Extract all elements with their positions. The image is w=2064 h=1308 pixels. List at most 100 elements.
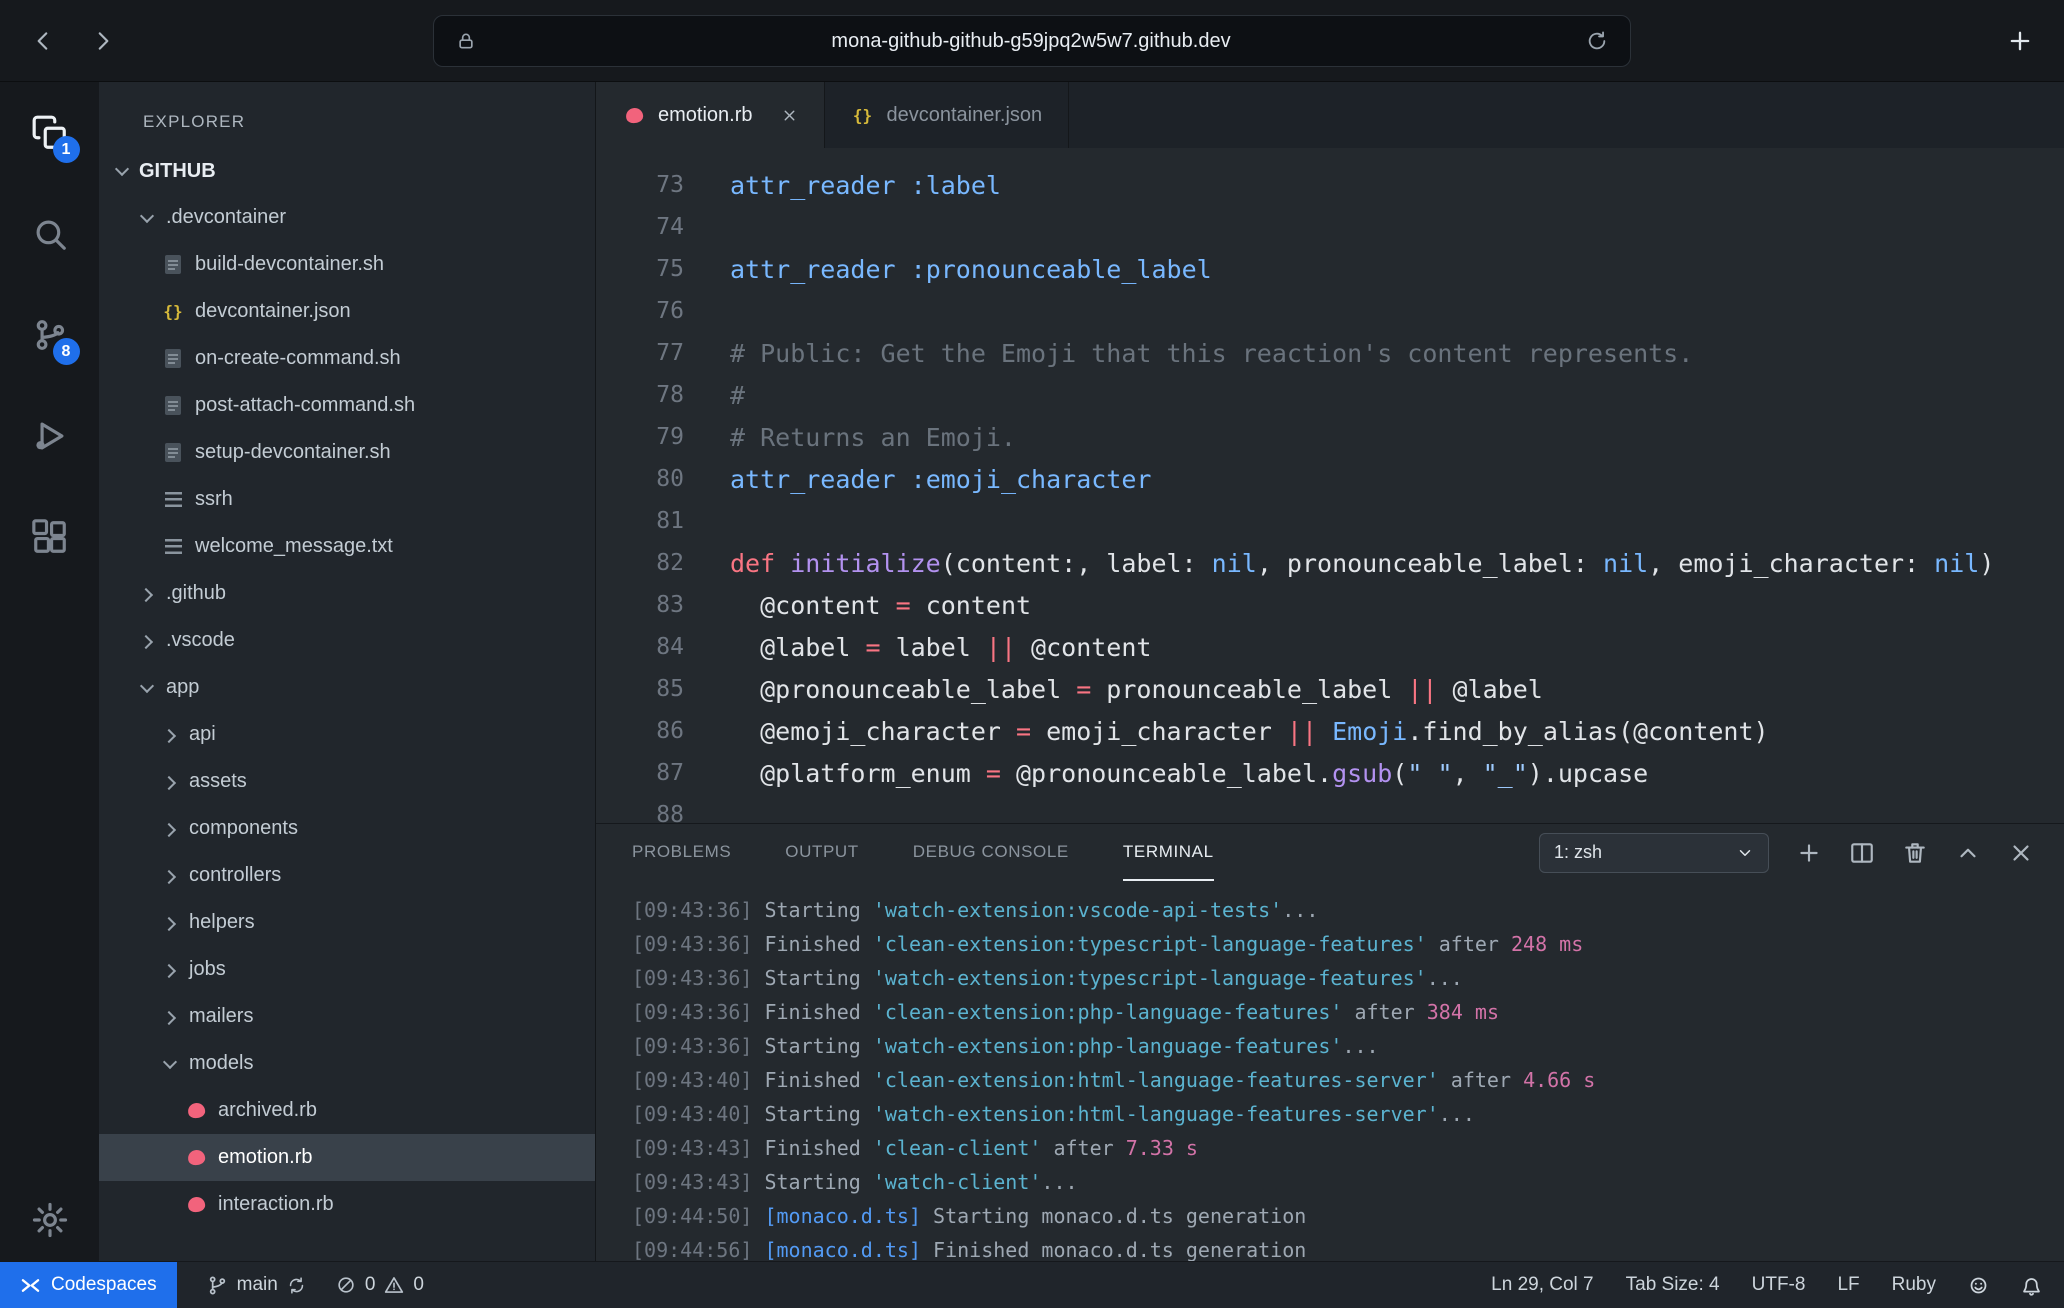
editor-code[interactable]: 73attr_reader :label7475attr_reader :pro… xyxy=(596,148,2064,823)
tree-folder-.github[interactable]: .github xyxy=(99,570,595,617)
address-bar[interactable]: mona-github-github-g59jpq2w5w7.github.de… xyxy=(433,15,1631,67)
tree-file-setup-devcontainer.sh[interactable]: setup-devcontainer.sh xyxy=(99,429,595,476)
ruby-file-icon xyxy=(184,1099,208,1123)
terminal-token: Finished xyxy=(764,1136,872,1160)
settings-gear-button[interactable] xyxy=(27,1197,73,1243)
tree-folder-app[interactable]: app xyxy=(99,664,595,711)
json-file-icon xyxy=(161,300,185,324)
notifications-bell-icon[interactable] xyxy=(2021,1275,2042,1296)
terminal-token: 248 ms xyxy=(1511,932,1583,956)
code-token: gsub xyxy=(1332,759,1392,788)
tab-debug-console[interactable]: DEBUG CONSOLE xyxy=(913,824,1069,881)
browser-back-button[interactable] xyxy=(30,28,56,54)
terminal-token: after xyxy=(1427,932,1511,956)
terminal-output[interactable]: [09:43:36] Starting 'watch-extension:vsc… xyxy=(596,881,2064,1261)
sidebar-title: EXPLORER xyxy=(99,82,595,148)
encoding[interactable]: UTF-8 xyxy=(1752,1274,1806,1296)
code-token: attr_reader xyxy=(730,465,896,494)
new-terminal-button[interactable] xyxy=(1796,840,1822,866)
tree-folder-models[interactable]: models xyxy=(99,1040,595,1087)
split-terminal-button[interactable] xyxy=(1849,840,1875,866)
feedback-smiley-icon[interactable] xyxy=(1968,1275,1989,1296)
chevron-right-icon xyxy=(161,961,179,979)
tab-emotion-rb[interactable]: emotion.rb xyxy=(596,82,825,148)
tree-file-on-create-command.sh[interactable]: on-create-command.sh xyxy=(99,335,595,382)
tree-item-label: setup-devcontainer.sh xyxy=(195,441,391,464)
close-panel-button[interactable] xyxy=(2008,840,2034,866)
branch-name: main xyxy=(237,1274,278,1296)
indentation[interactable]: Tab Size: 4 xyxy=(1626,1274,1720,1296)
workbench: 1 8 EXPLORER GITH xyxy=(0,82,2064,1261)
tab-problems[interactable]: PROBLEMS xyxy=(632,824,731,881)
code-line: 74 xyxy=(596,206,2064,248)
tree-folder-jobs[interactable]: jobs xyxy=(99,946,595,993)
terminal-line: [09:43:40] Starting 'watch-extension:htm… xyxy=(632,1097,2064,1131)
tree-folder-helpers[interactable]: helpers xyxy=(99,899,595,946)
tree-folder-.vscode[interactable]: .vscode xyxy=(99,617,595,664)
chevron-right-icon xyxy=(161,726,179,744)
maximize-panel-button[interactable] xyxy=(1955,840,1981,866)
new-tab-button[interactable] xyxy=(2006,27,2034,55)
chevron-down-icon xyxy=(1736,844,1754,862)
search-activity-button[interactable] xyxy=(27,211,73,257)
explorer-activity-button[interactable]: 1 xyxy=(27,110,73,156)
tree-folder-assets[interactable]: assets xyxy=(99,758,595,805)
eol-indicator[interactable]: LF xyxy=(1837,1274,1859,1296)
tab-terminal[interactable]: TERMINAL xyxy=(1123,824,1214,881)
code-line: 77# Public: Get the Emoji that this reac… xyxy=(596,332,2064,374)
tab-devcontainer-json[interactable]: devcontainer.json xyxy=(825,82,1070,148)
chevron-right-icon xyxy=(161,914,179,932)
code-line: 82def initialize(content:, label: nil, p… xyxy=(596,542,2064,584)
run-debug-activity-button[interactable] xyxy=(27,413,73,459)
code-token: # Public: Get the Emoji that this reacti… xyxy=(730,339,1693,368)
extensions-activity-button[interactable] xyxy=(27,514,73,560)
code-token: .find_by_alias(@content) xyxy=(1407,717,1768,746)
source-control-activity-button[interactable]: 8 xyxy=(27,312,73,358)
tree-file-archived.rb[interactable]: archived.rb xyxy=(99,1087,595,1134)
code-token: = xyxy=(986,759,1001,788)
refresh-icon[interactable] xyxy=(1586,30,1608,52)
tree-file-interaction.rb[interactable]: interaction.rb xyxy=(99,1181,595,1228)
code-token: attr_reader xyxy=(730,171,896,200)
tree-folder-.devcontainer[interactable]: .devcontainer xyxy=(99,194,595,241)
tree-root-label: GITHUB xyxy=(139,160,216,183)
code-token: # xyxy=(730,381,745,410)
codespaces-remote-button[interactable]: Codespaces xyxy=(0,1262,177,1308)
chevron-right-icon xyxy=(161,867,179,885)
tree-folder-mailers[interactable]: mailers xyxy=(99,993,595,1040)
terminal-token: [09:43:36] xyxy=(632,898,764,922)
branch-indicator[interactable]: main xyxy=(207,1274,306,1296)
terminal-token: 384 ms xyxy=(1427,1000,1499,1024)
tree-file-devcontainer.json[interactable]: devcontainer.json xyxy=(99,288,595,335)
tree-file-ssrh[interactable]: ssrh xyxy=(99,476,595,523)
line-number: 74 xyxy=(596,214,684,240)
tree-file-build-devcontainer.sh[interactable]: build-devcontainer.sh xyxy=(99,241,595,288)
terminal-token: [monaco.d.ts] xyxy=(764,1238,933,1261)
close-icon[interactable] xyxy=(781,107,798,124)
terminal-token: ... xyxy=(1427,966,1463,990)
tree-root-github[interactable]: GITHUB xyxy=(99,148,595,194)
tree-folder-controllers[interactable]: controllers xyxy=(99,852,595,899)
code-token: @content xyxy=(730,591,896,620)
panel-controls: 1: zsh xyxy=(1539,833,2034,873)
tree-file-emotion.rb[interactable]: emotion.rb xyxy=(99,1134,595,1181)
file-file-icon xyxy=(161,441,185,465)
back-arrow-icon xyxy=(30,28,56,54)
language-mode[interactable]: Ruby xyxy=(1892,1274,1936,1296)
tree-folder-api[interactable]: api xyxy=(99,711,595,758)
tree-file-welcome_message.txt[interactable]: welcome_message.txt xyxy=(99,523,595,570)
tab-output[interactable]: OUTPUT xyxy=(785,824,858,881)
explorer-sidebar: EXPLORER GITHUB .devcontainerbuild-devco… xyxy=(99,82,596,1261)
terminal-token: Finished xyxy=(764,1000,872,1024)
cursor-position[interactable]: Ln 29, Col 7 xyxy=(1491,1274,1593,1296)
tree-item-label: welcome_message.txt xyxy=(195,535,393,558)
tree-folder-components[interactable]: components xyxy=(99,805,595,852)
terminal-instance-select[interactable]: 1: zsh xyxy=(1539,833,1769,873)
code-token: @pronounceable_label xyxy=(730,675,1076,704)
terminal-token: 'watch-extension:typescript-language-fea… xyxy=(873,966,1427,990)
problems-indicator[interactable]: 0 0 xyxy=(336,1274,424,1296)
kill-terminal-button[interactable] xyxy=(1902,840,1928,866)
tree-file-post-attach-command.sh[interactable]: post-attach-command.sh xyxy=(99,382,595,429)
tree-item-label: interaction.rb xyxy=(218,1193,334,1216)
browser-forward-button[interactable] xyxy=(90,28,116,54)
